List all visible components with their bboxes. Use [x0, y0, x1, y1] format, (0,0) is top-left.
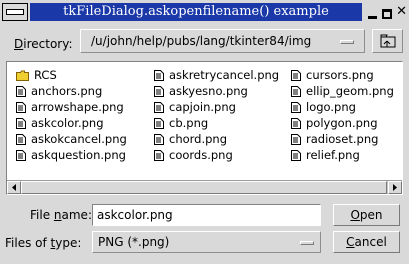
file-name-text: anchors.png	[31, 84, 103, 98]
file-name-text: radioset.png	[306, 132, 379, 146]
file-list-item[interactable]: askyesno.png	[154, 83, 279, 99]
file-list-item[interactable]: RCS	[16, 67, 127, 83]
open-button[interactable]: Open	[333, 204, 400, 226]
minimize-icon[interactable]	[368, 5, 378, 19]
file-list-item[interactable]: askquestion.png	[16, 147, 127, 163]
folder-icon	[16, 70, 34, 81]
dropdown-icon	[300, 241, 314, 245]
file-column-2: askretrycancel.png askyesno.png capjoin.pn…	[154, 67, 279, 163]
cancel-button[interactable]: Cancel	[333, 231, 400, 253]
parent-directory-button[interactable]	[372, 29, 403, 53]
file-name-text: coords.png	[169, 148, 233, 162]
file-icon	[16, 133, 31, 145]
file-list-item[interactable]: capjoin.png	[154, 99, 279, 115]
file-list[interactable]: RCS anchors.png arrowshape.png askcolor.png…	[6, 61, 403, 195]
directory-value: /u/john/help/pubs/lang/tkinter84/img	[91, 34, 312, 48]
scroll-right-button[interactable]	[388, 181, 402, 194]
window-title: tkFileDialog.askopenfilename() example	[30, 3, 362, 21]
file-name-input[interactable]: askcolor.png	[92, 204, 321, 226]
file-list-item[interactable]: radioset.png	[291, 131, 394, 147]
file-icon	[16, 149, 31, 161]
up-folder-icon	[380, 34, 396, 48]
file-icon	[291, 101, 306, 113]
file-icon	[291, 149, 306, 161]
file-icon	[154, 85, 169, 97]
file-list-item[interactable]: polygon.png	[291, 115, 394, 131]
file-list-item[interactable]: cursors.png	[291, 67, 394, 83]
file-name-text: askyesno.png	[169, 84, 248, 98]
file-column-3: cursors.png ellip_geom.png logo.png polygon…	[291, 67, 394, 163]
file-list-item[interactable]: askokcancel.png	[16, 131, 127, 147]
file-list-item[interactable]: askretrycancel.png	[154, 67, 279, 83]
file-name-text: askretrycancel.png	[169, 68, 280, 82]
file-name-text: logo.png	[306, 100, 356, 114]
directory-combobox[interactable]: /u/john/help/pubs/lang/tkinter84/img	[80, 29, 365, 53]
file-name-text: cursors.png	[306, 68, 374, 82]
file-icon	[291, 85, 306, 97]
arrow-right-icon	[393, 184, 397, 191]
file-name-text: cb.png	[169, 116, 209, 130]
file-name-text: relief.png	[306, 148, 360, 162]
file-name-label: File name:	[30, 208, 92, 222]
scrollbar-thumb[interactable]	[21, 181, 387, 194]
title-bar: tkFileDialog.askopenfilename() example ✕	[0, 0, 409, 24]
file-icon	[16, 85, 31, 97]
file-icon	[291, 133, 306, 145]
file-name-text: chord.png	[169, 132, 228, 146]
file-list-item[interactable]: arrowshape.png	[16, 99, 127, 115]
file-list-item[interactable]: relief.png	[291, 147, 394, 163]
file-icon	[154, 117, 169, 129]
scroll-left-button[interactable]	[7, 181, 21, 194]
file-icon	[154, 149, 169, 161]
file-list-item[interactable]: ellip_geom.png	[291, 83, 394, 99]
file-list-item[interactable]: cb.png	[154, 115, 279, 131]
file-name-text: RCS	[34, 68, 57, 82]
file-icon	[291, 69, 306, 81]
file-icon	[16, 101, 31, 113]
file-icon	[154, 101, 169, 113]
window-menu-button[interactable]	[2, 3, 28, 21]
file-type-combobox[interactable]: PNG (*.png)	[92, 231, 321, 253]
file-name-text: askokcancel.png	[31, 132, 127, 146]
file-name-text: arrowshape.png	[31, 100, 124, 114]
file-name-text: capjoin.png	[169, 100, 236, 114]
file-name-text: polygon.png	[306, 116, 378, 130]
file-type-label: Files of type:	[5, 236, 82, 250]
dropdown-icon	[340, 40, 354, 44]
file-list-item[interactable]: chord.png	[154, 131, 279, 147]
file-list-item[interactable]: askcolor.png	[16, 115, 127, 131]
close-icon[interactable]: ✕	[396, 3, 407, 21]
file-name-text: askquestion.png	[31, 148, 126, 162]
file-column-1: RCS anchors.png arrowshape.png askcolor.png…	[16, 67, 127, 163]
arrow-left-icon	[12, 184, 16, 191]
file-name-text: ellip_geom.png	[306, 84, 394, 98]
maximize-icon[interactable]	[382, 9, 393, 19]
file-icon	[154, 133, 169, 145]
file-name-text: askcolor.png	[31, 116, 104, 130]
file-type-value: PNG (*.png)	[98, 235, 170, 249]
file-list-item[interactable]: logo.png	[291, 99, 394, 115]
directory-label: Directory:	[14, 37, 73, 51]
file-list-item[interactable]: anchors.png	[16, 83, 127, 99]
file-list-item[interactable]: coords.png	[154, 147, 279, 163]
horizontal-scrollbar[interactable]	[7, 180, 402, 194]
file-icon	[291, 117, 306, 129]
file-icon	[16, 117, 31, 129]
file-icon	[154, 69, 169, 81]
